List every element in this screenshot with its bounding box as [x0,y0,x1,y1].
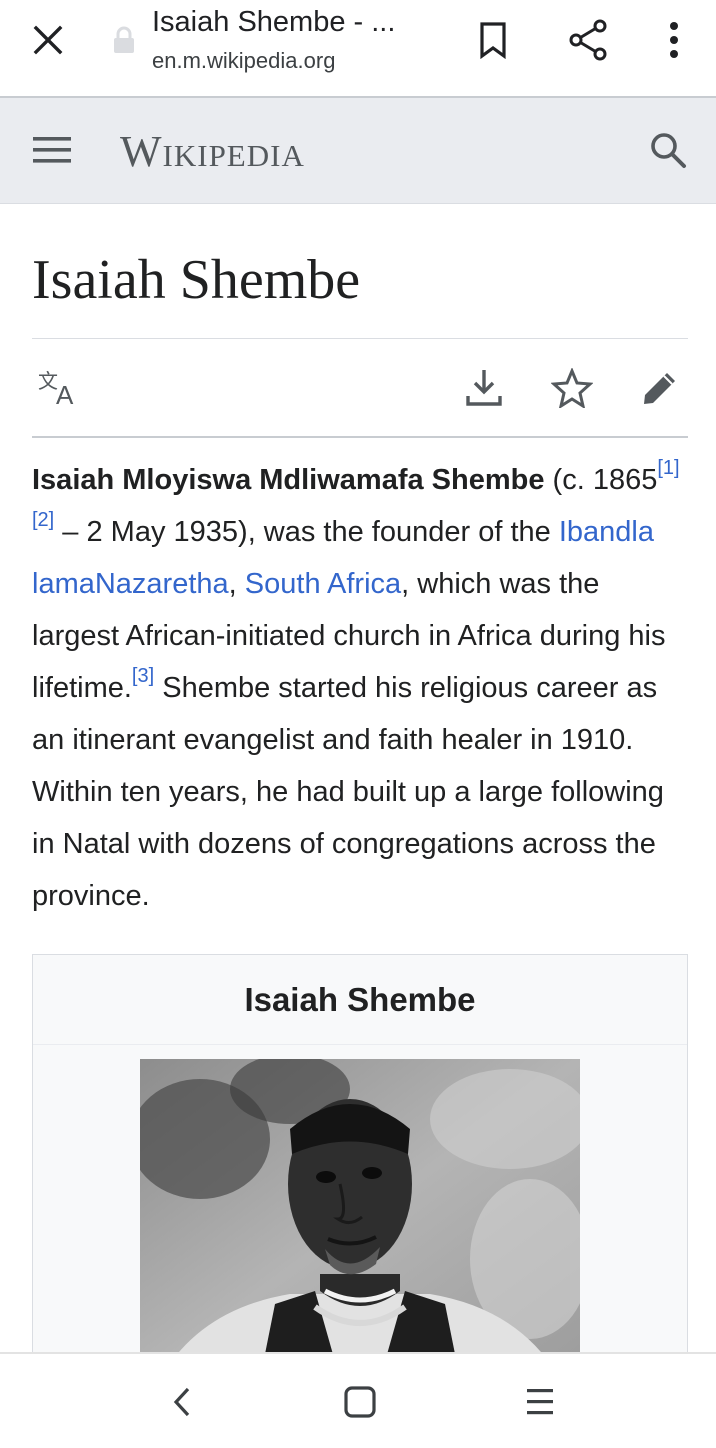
watch-star-icon[interactable] [548,366,596,410]
edit-pencil-icon[interactable] [636,366,684,410]
search-icon[interactable] [644,128,692,172]
infobox: Isaiah Shembe [32,954,688,1374]
wikipedia-wordmark[interactable]: Wikipedia [120,126,305,177]
lead-text: Shembe started his religious career as a… [32,672,664,912]
browser-toolbar: Isaiah Shembe - ... en.m.wikipedia.org [0,0,716,96]
lead-paragraph: Isaiah Mloyiswa Mdliwamafa Shembe (c. 18… [32,454,692,922]
article-link[interactable]: South Africa [245,568,401,600]
recents-icon[interactable] [516,1378,564,1426]
share-icon[interactable] [566,18,610,62]
lead-text: , [228,568,245,600]
bookmark-icon[interactable] [472,18,514,62]
page-title: Isaiah Shembe [32,249,361,311]
svg-text:A: A [56,380,74,408]
title-divider [32,338,688,339]
lock-icon [112,26,136,54]
tab-title: Isaiah Shembe - ... [152,6,396,38]
more-vert-icon[interactable] [658,18,690,62]
actions-divider [32,436,688,438]
download-icon[interactable] [460,366,508,410]
close-icon[interactable] [24,20,72,60]
menu-icon[interactable] [30,130,74,170]
lead-text: (c. 1865 [544,464,658,496]
home-icon[interactable] [336,1378,384,1426]
url-display[interactable]: en.m.wikipedia.org [152,48,335,74]
reference-link[interactable]: [2] [32,509,54,531]
page-actions-bar: 文 A [32,340,688,436]
svg-text:文: 文 [38,369,58,393]
system-nav-bar [0,1352,716,1448]
reference-link[interactable]: [1] [657,457,679,479]
site-header: Wikipedia [0,96,716,204]
back-icon[interactable] [158,1378,206,1426]
portrait-photo[interactable] [140,1059,580,1373]
infobox-title: Isaiah Shembe [33,955,687,1045]
language-icon[interactable]: 文 A [36,368,84,410]
reference-link[interactable]: [3] [132,665,154,687]
subject-name: Isaiah Mloyiswa Mdliwamafa Shembe [32,464,545,496]
lead-text: – 2 May 1935), was the founder of the [54,516,559,548]
